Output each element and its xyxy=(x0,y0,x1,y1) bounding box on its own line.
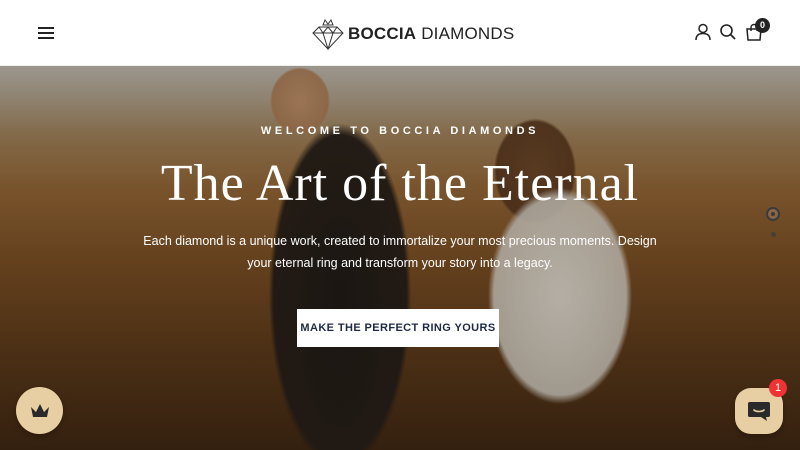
loyalty-button[interactable] xyxy=(16,387,63,434)
logo-text-light: DIAMONDS xyxy=(416,24,515,43)
slide-dot[interactable] xyxy=(771,232,776,237)
site-header: BOCCIA DIAMONDS 0 xyxy=(0,0,800,66)
slide-dot-active[interactable] xyxy=(766,207,780,221)
crown-icon xyxy=(30,403,49,417)
cart-count-badge: 0 xyxy=(755,18,770,33)
search-icon[interactable] xyxy=(718,22,738,42)
hero-cta-button[interactable]: MAKE THE PERFECT RING YOURS xyxy=(297,309,499,347)
account-icon[interactable] xyxy=(693,22,713,42)
menu-icon[interactable] xyxy=(38,27,54,39)
chat-icon xyxy=(748,402,770,421)
diamond-logo-icon xyxy=(312,18,344,51)
chat-unread-badge: 1 xyxy=(769,379,787,397)
hero-title: The Art of the Eternal xyxy=(160,155,640,212)
logo-text-bold: BOCCIA xyxy=(348,24,417,43)
hero-eyebrow: WELCOME TO BOCCIA DIAMONDS xyxy=(260,125,540,137)
hero-banner: WELCOME TO BOCCIA DIAMONDS The Art of th… xyxy=(0,66,800,450)
hero-description: Each diamond is a unique work, created t… xyxy=(143,234,657,270)
logo-text: BOCCIA DIAMONDS xyxy=(348,24,514,44)
site-logo[interactable]: BOCCIA DIAMONDS xyxy=(310,17,514,51)
